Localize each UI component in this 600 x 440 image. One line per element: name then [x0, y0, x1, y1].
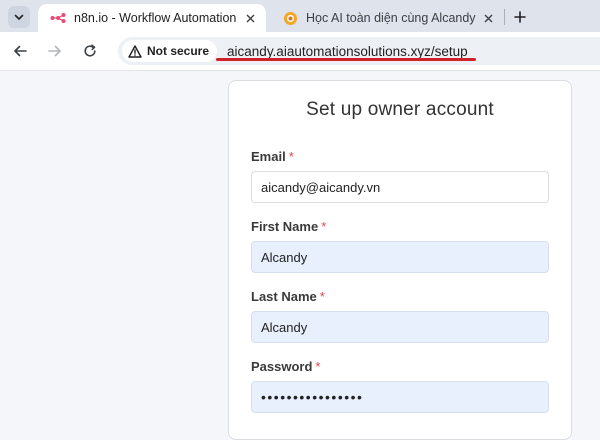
required-asterisk: *	[321, 219, 327, 234]
reload-button[interactable]	[79, 40, 101, 62]
first-name-label-text: First Name	[251, 219, 319, 234]
email-field[interactable]	[251, 171, 549, 203]
setup-form-card: Set up owner account Email* First Name* …	[228, 80, 572, 440]
tab-n8n[interactable]: n8n.io - Workflow Automation	[38, 4, 266, 32]
forward-button[interactable]	[44, 40, 66, 62]
tab-divider	[504, 9, 505, 25]
last-name-field[interactable]	[251, 311, 549, 343]
url-highlight-underline	[216, 58, 476, 61]
required-asterisk: *	[319, 289, 325, 304]
arrow-right-icon	[48, 45, 61, 57]
back-button[interactable]	[9, 40, 31, 62]
page-content: Set up owner account Email* First Name* …	[0, 71, 600, 440]
tab-strip: n8n.io - Workflow Automation Học AI toàn…	[0, 0, 600, 32]
warning-triangle-icon	[128, 44, 142, 58]
url-text[interactable]: aicandy.aiautomationsolutions.xyz/setup	[227, 44, 468, 59]
aicandy-logo-icon	[282, 10, 298, 26]
tab-aicandy[interactable]: Học AI toàn diện cùng Alcandy	[272, 4, 504, 32]
reload-icon	[84, 44, 96, 57]
required-asterisk: *	[288, 149, 294, 164]
security-indicator[interactable]: Not secure	[122, 40, 218, 62]
tab-title: Học AI toàn diện cùng Alcandy	[306, 11, 476, 25]
new-tab-button[interactable]	[509, 6, 531, 28]
tab-title: n8n.io - Workflow Automation	[74, 11, 237, 25]
password-label: Password *	[251, 359, 320, 374]
last-name-label: Last Name *	[251, 289, 325, 304]
email-label: Email *	[251, 149, 294, 164]
security-label: Not secure	[147, 44, 210, 58]
first-name-label: First Name *	[251, 219, 326, 234]
browser-toolbar: Not secure aicandy.aiautomationsolutions…	[0, 32, 600, 71]
required-asterisk: *	[315, 359, 321, 374]
close-icon[interactable]	[242, 10, 258, 26]
arrow-left-icon	[14, 45, 27, 57]
n8n-logo-icon	[50, 10, 66, 26]
password-field[interactable]	[251, 381, 549, 413]
last-name-label-text: Last Name	[251, 289, 317, 304]
plus-icon	[514, 11, 526, 23]
password-label-text: Password	[251, 359, 313, 374]
first-name-field[interactable]	[251, 241, 549, 273]
tab-search-button[interactable]	[8, 6, 30, 28]
close-icon[interactable]	[480, 10, 496, 26]
form-title: Set up owner account	[306, 99, 494, 120]
email-label-text: Email	[251, 149, 286, 164]
chevron-down-icon	[14, 14, 24, 21]
